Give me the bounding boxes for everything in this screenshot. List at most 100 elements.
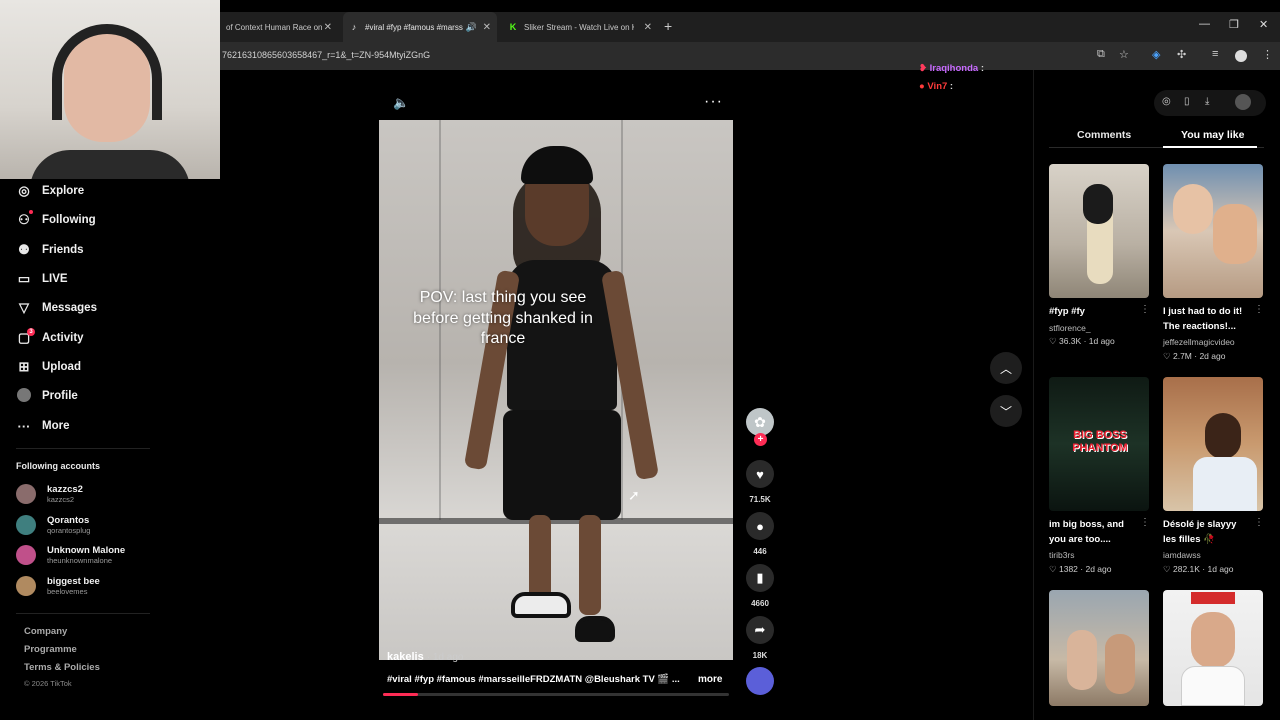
share-button[interactable]: ➦ (746, 616, 774, 644)
card-title-line: #fyp #fy (1049, 306, 1085, 317)
sidebar-item-upload[interactable]: ⊞ Upload (16, 356, 81, 378)
menu-dots-icon[interactable]: ⋮ (1262, 48, 1273, 61)
browser-tab-3[interactable]: K Sliker Stream - Watch Live on K ✕ (502, 12, 658, 42)
sidebar-item-profile[interactable]: Profile (16, 385, 78, 407)
card-title[interactable]: im big boss, and you are too.... (1049, 517, 1149, 547)
window-close-icon[interactable]: ✕ (1259, 18, 1268, 31)
comment-button[interactable]: ● (746, 512, 774, 540)
close-icon[interactable]: ✕ (483, 22, 491, 33)
tab-you-may-like[interactable]: You may like (1181, 129, 1244, 141)
card-menu-icon[interactable]: ⋮ (1140, 304, 1150, 315)
card-title-line: Désolé je slayyy (1163, 519, 1237, 530)
more-button[interactable]: more (698, 674, 722, 685)
card-user[interactable]: stflorence_ (1049, 323, 1091, 333)
avatar[interactable] (1235, 94, 1251, 110)
footer-company-link[interactable]: Company (24, 626, 67, 637)
card-title-line: les filles 🥀 (1163, 534, 1215, 545)
speaker-icon[interactable]: 🔊 (466, 22, 477, 33)
sidebar-item-messages[interactable]: ▽ Messages (16, 297, 97, 319)
sidebar-item-explore[interactable]: ◎ Explore (16, 180, 84, 202)
video-progress-fill (383, 693, 418, 696)
chat-badge-icon: ❥ (919, 63, 930, 74)
sidebar-item-label: Activity (42, 332, 84, 344)
card-ago: 1d ago (1207, 564, 1234, 574)
next-video-button[interactable]: ﹀ (990, 395, 1022, 427)
card-title[interactable]: #fyp #fy (1049, 304, 1149, 319)
footer-terms-link[interactable]: Terms & Policies (24, 662, 100, 673)
author-name[interactable]: kakelis (387, 651, 424, 663)
heart-outline-icon: ♡ (1049, 564, 1059, 574)
restore-icon[interactable]: ❐ (1229, 18, 1239, 31)
video-thumbnail[interactable] (1049, 590, 1149, 706)
follow-plus-icon[interactable]: + (754, 433, 767, 446)
tab-title: #viral #fyp #famous #marss (365, 22, 463, 32)
close-icon[interactable]: ✕ (644, 22, 652, 33)
video-thumbnail[interactable]: BIG BOSS PHANTOM (1049, 377, 1149, 511)
like-button[interactable]: ♥ (746, 460, 774, 488)
following-accounts-title: Following accounts (16, 461, 101, 471)
card-menu-icon[interactable]: ⋮ (1140, 517, 1150, 528)
star-icon[interactable]: ☆ (1119, 48, 1129, 61)
card-menu-icon[interactable]: ⋮ (1254, 517, 1264, 528)
browser-tab-1[interactable]: of Context Human Race on ✕ (220, 12, 338, 42)
account-handle: kazzcs2 (47, 495, 75, 504)
new-tab-icon[interactable]: + (664, 18, 672, 34)
video-author[interactable]: kakelis · 1d ago (387, 651, 463, 663)
phone-icon[interactable]: ▯ (1184, 96, 1190, 107)
sidebar-item-following[interactable]: ⚇ Following (16, 209, 96, 231)
url-field[interactable]: 76216310865603658467_r=1&_t=ZN-954MtyiZG… (222, 50, 430, 60)
card-title[interactable]: I just had to do it! The reactions!... (1163, 304, 1263, 334)
video-player[interactable]: POV: last thing you see before getting s… (379, 120, 733, 660)
profile-avatar-icon[interactable] (1235, 50, 1247, 62)
creator-avatar[interactable]: ✿ (746, 408, 774, 436)
more-options-icon[interactable]: ··· (704, 93, 723, 111)
thumbnail-face (1205, 413, 1241, 459)
extension-icon[interactable]: ◈ (1152, 48, 1160, 61)
account-item[interactable]: kazzcs2 kazzcs2 (16, 484, 83, 504)
previous-video-button[interactable]: ︿ (990, 352, 1022, 384)
card-user[interactable]: iamdawss (1163, 550, 1201, 560)
card-menu-icon[interactable]: ⋮ (1254, 304, 1264, 315)
sidebar-item-activity[interactable]: ▢ 3 Activity (16, 327, 84, 349)
save-count: 4660 (751, 599, 769, 608)
figure-hat (521, 146, 593, 184)
close-icon[interactable]: ✕ (324, 22, 332, 33)
save-button[interactable]: ▮ (746, 564, 774, 592)
video-progress-bar[interactable] (383, 693, 729, 696)
account-item[interactable]: biggest bee beelovemes (16, 576, 100, 596)
screen: of Context Human Race on ✕ ♪ #viral #fyp… (0, 0, 1280, 720)
puzzle-icon[interactable]: ✣ (1177, 48, 1186, 61)
video-thumbnail[interactable] (1163, 377, 1263, 511)
video-thumbnail[interactable] (1163, 590, 1263, 706)
sidebar-item-friends[interactable]: ⚉ Friends (16, 239, 84, 261)
account-handle: theunknownmalone (47, 556, 113, 565)
media-icon[interactable]: ≡ (1212, 48, 1218, 60)
video-thumbnail[interactable] (1049, 164, 1149, 298)
music-disc-icon[interactable] (746, 667, 774, 695)
card-title[interactable]: Désolé je slayyy les filles 🥀 (1163, 517, 1263, 547)
upload-icon: ⊞ (18, 359, 30, 374)
sidebar-item-more[interactable]: ··· More (16, 415, 70, 437)
card-user[interactable]: tirib3rs (1049, 550, 1075, 560)
card-user[interactable]: jeffezellmagicvideo (1163, 337, 1235, 347)
sidebar-item-label: Friends (42, 244, 84, 256)
heart-outline-icon: ♡ (1049, 336, 1059, 346)
footer-programme-link[interactable]: Programme (24, 644, 77, 655)
chevron-up-icon: ︿ (999, 361, 1012, 376)
sidebar-item-label: Profile (42, 390, 78, 402)
compass-icon[interactable]: ◎ (1162, 96, 1171, 107)
account-name: kazzcs2 (47, 484, 83, 495)
account-item[interactable]: Unknown Malone theunknownmalone (16, 545, 125, 565)
browser-tab-2[interactable]: ♪ #viral #fyp #famous #marss 🔊 ✕ (343, 12, 497, 42)
video-thumbnail[interactable] (1163, 164, 1263, 298)
account-item[interactable]: Qorantos qorantosplug (16, 515, 90, 535)
video-description[interactable]: #viral #fyp #famous #marsseilleFRDZMATN … (387, 674, 680, 685)
minimize-icon[interactable]: — (1199, 18, 1210, 30)
download-icon[interactable]: ⤓ (1205, 96, 1209, 107)
sidebar-item-live[interactable]: ▭ LIVE (16, 268, 68, 290)
tab-comments[interactable]: Comments (1077, 129, 1131, 141)
install-icon[interactable]: ⧉ (1097, 48, 1105, 61)
sidebar-item-label: More (42, 420, 70, 432)
heart-outline-icon: ♡ (1163, 351, 1173, 361)
volume-icon[interactable]: 🔈 (393, 95, 409, 111)
